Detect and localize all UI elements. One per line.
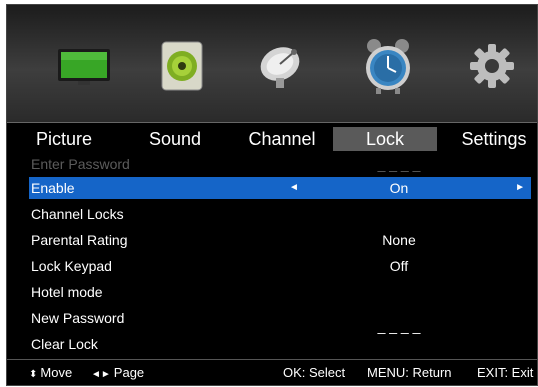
parental-rating-value: None: [382, 232, 416, 248]
parental-rating-label: Parental Rating: [31, 232, 128, 248]
tv-osd-menu: Picture Sound Channel Lock Settings Ente…: [6, 4, 538, 386]
tab-lock[interactable]: Lock: [333, 127, 437, 151]
sound-icon[interactable]: [149, 35, 215, 97]
tab-sound[interactable]: Sound: [137, 127, 213, 151]
ok-select-hint: OK: Select: [283, 365, 346, 380]
menu-row-lock-keypad[interactable]: Lock Keypad Off: [29, 255, 531, 277]
hotel-mode-label: Hotel mode: [31, 284, 103, 300]
menu-icon-strip: [7, 5, 537, 123]
lock-icon[interactable]: [355, 35, 421, 97]
menu-row-hotel-mode[interactable]: Hotel mode: [29, 281, 531, 303]
page-hint-label: Page: [113, 365, 145, 380]
footer-hints: ⬍ Move ◄► Page OK: Select MENU: Return EXI…: [7, 359, 537, 385]
tab-bar: Picture Sound Channel Lock Settings: [7, 123, 537, 153]
picture-icon[interactable]: [51, 35, 117, 97]
channel-locks-label: Channel Locks: [31, 206, 124, 222]
clear-lock-label: Clear Lock: [31, 336, 98, 352]
tab-settings[interactable]: Settings: [453, 127, 535, 151]
enter-password-label: Enter Password: [31, 156, 130, 172]
arrow-left-icon[interactable]: ◄: [289, 177, 299, 199]
updown-arrow-icon: ⬍: [29, 369, 38, 380]
menu-row-channel-locks[interactable]: Channel Locks: [29, 203, 531, 225]
move-hint: ⬍ Move: [29, 365, 72, 380]
enable-label: Enable: [31, 180, 75, 196]
move-hint-label: Move: [40, 365, 73, 380]
exit-hint: EXIT: Exit: [477, 365, 534, 380]
arrow-right-icon[interactable]: ►: [515, 177, 525, 199]
menu-row-enable[interactable]: Enable ◄ On ►: [29, 177, 531, 199]
settings-icon[interactable]: [459, 35, 525, 97]
menu-row-enter-password: Enter Password _ _ _ _: [29, 153, 531, 175]
lock-keypad-label: Lock Keypad: [31, 258, 112, 274]
leftright-arrow-icon: ◄►: [91, 369, 111, 380]
channel-icon[interactable]: [247, 35, 313, 97]
enable-value: On: [389, 180, 409, 196]
lock-keypad-value: Off: [389, 258, 409, 274]
tab-channel[interactable]: Channel: [239, 127, 325, 151]
menu-row-clear-lock[interactable]: Clear Lock: [29, 333, 531, 355]
menu-row-new-password[interactable]: New Password _ _ _ _: [29, 307, 531, 334]
new-password-label: New Password: [31, 310, 125, 326]
enter-password-value: _ _ _ _: [377, 156, 421, 172]
page-hint: ◄► Page: [91, 365, 144, 380]
menu-return-hint: MENU: Return: [367, 365, 452, 380]
menu-row-parental-rating[interactable]: Parental Rating None: [29, 229, 531, 251]
tab-picture[interactable]: Picture: [29, 127, 99, 151]
